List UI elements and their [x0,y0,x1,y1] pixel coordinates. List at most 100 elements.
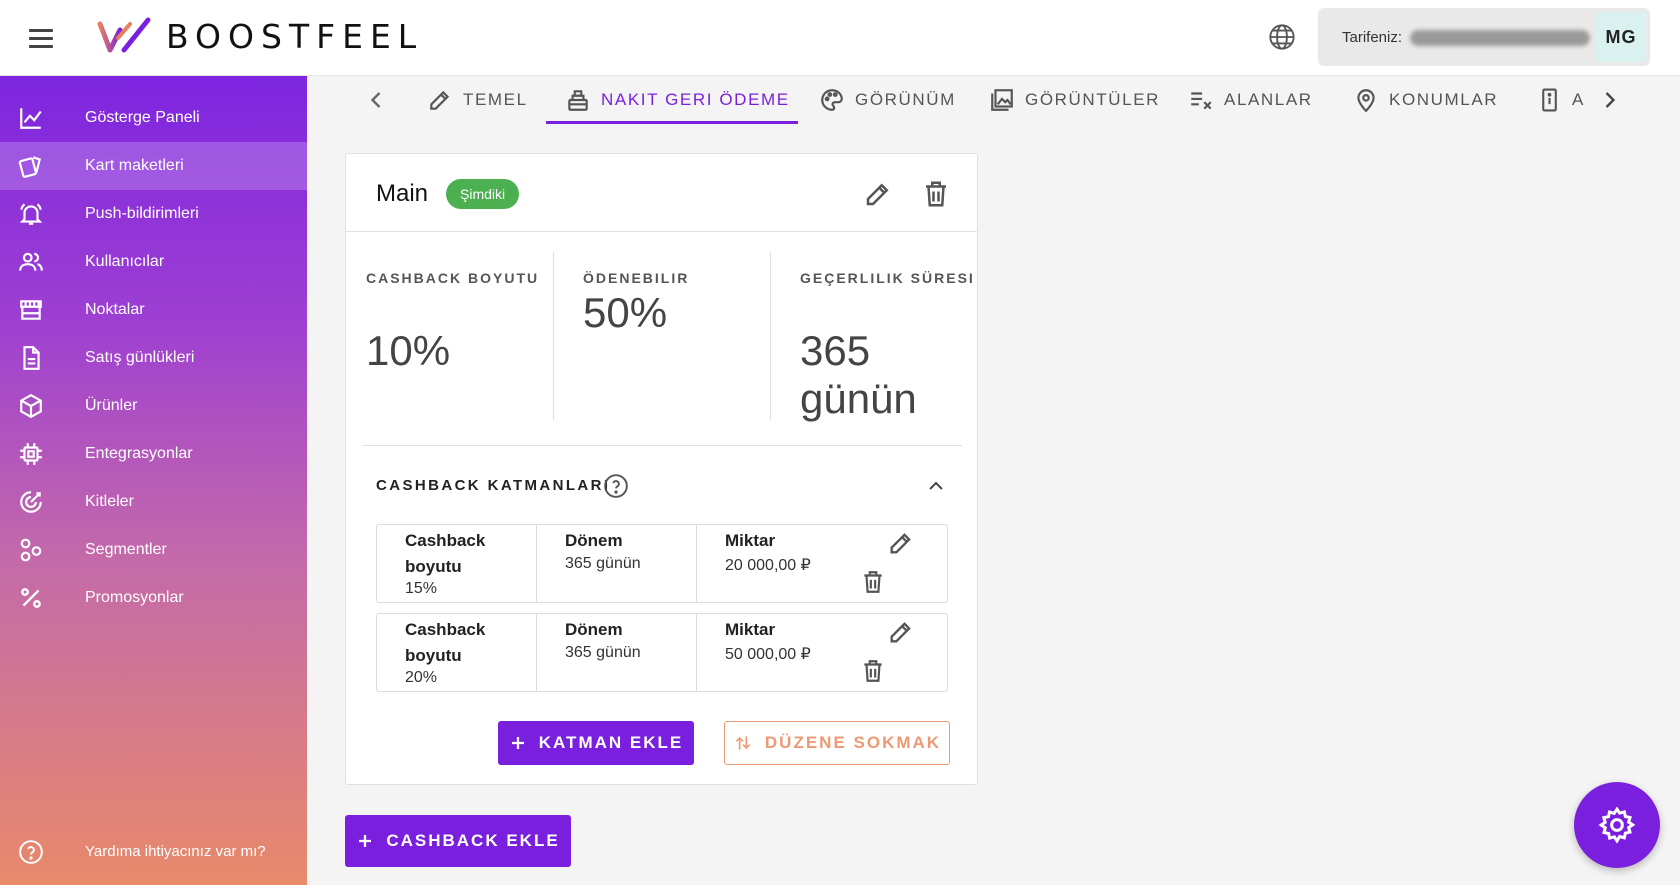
sidebar-item-promotions[interactable]: Promosyonlar [0,574,307,622]
tab-cashback[interactable]: NAKIT GERI ÖDEME [565,76,790,124]
sidebar-item-label: Segmentler [85,541,167,558]
tier-row: Cashback boyutu 20% Dönem 365 günün Mikt… [376,613,948,692]
users-icon [19,252,43,271]
store-icon [20,300,42,320]
sidebar-item-integrations[interactable]: Entegrasyonlar [0,430,307,478]
plus-icon [359,835,372,847]
edit-icon[interactable] [863,179,893,209]
pencil-icon [430,90,450,110]
sidebar-item-label: Ürünler [85,397,138,414]
reorder-button[interactable]: DÜZENE SOKMAK [724,721,950,765]
logo-mark-icon [97,17,151,53]
edit-icon[interactable] [887,618,915,646]
top-bar: BOOSTFEEL Tarifeniz: MG [0,0,1680,76]
segments-icon [20,538,42,562]
help-circle-icon[interactable] [603,473,629,499]
brand-name: BOOSTFEEL [166,16,424,56]
tier-amount-value: 20 000,00 ₽ [725,557,811,574]
document-icon [23,346,40,370]
sidebar-item-label: Kitleler [85,493,134,510]
stat-value: 10% [366,327,451,374]
sidebar-item-push[interactable]: Push-bildirimleri [0,190,307,238]
plan-label: Tarifeniz: [1342,29,1403,46]
stat-validity: GEÇERLILIK SÜRESI 365 günün [780,233,973,433]
palette-icon [821,89,843,111]
logo: BOOSTFEEL [96,16,423,56]
tier-size-cell: Cashback boyutu 20% [377,614,537,691]
help-circle-icon [19,840,43,864]
list-check-icon [1191,92,1212,110]
trash-icon[interactable] [860,569,886,595]
tab-label: ALANLAR [1224,90,1313,109]
tab-locations[interactable]: KONUMLAR [1353,76,1498,124]
tier-amount-cell: Miktar 20 000,00 ₽ [697,525,947,602]
tier-period-cell: Dönem 365 günün [537,614,697,691]
add-tier-button[interactable]: KATMAN EKLE [498,721,694,765]
menu-icon[interactable] [22,22,60,54]
globe-icon[interactable] [1268,23,1296,51]
stat-value: 365 günün [800,327,917,422]
box-icon [20,393,42,419]
active-tab-indicator [546,121,798,124]
sidebar-item-audiences[interactable]: Kitleler [0,478,307,526]
tab-fields[interactable]: ALANLAR [1188,76,1313,124]
tab-appearance[interactable]: GÖRÜNÜM [819,76,956,124]
tab-label: KONUMLAR [1389,90,1499,109]
reorder-icon [735,736,751,750]
plan-info[interactable]: Tarifeniz: MG [1318,8,1650,66]
tab-label: TEMEL [463,90,528,109]
divider [770,252,771,420]
cards-icon [18,156,41,178]
trash-icon[interactable] [860,658,886,684]
tier-row: Cashback boyutu 15% Dönem 365 günün Mikt… [376,524,948,603]
sidebar-item-dashboard[interactable]: Gösterge Paneli [0,94,307,142]
phone-info-icon [1542,88,1557,112]
chevron-up-icon[interactable] [924,474,948,498]
sidebar-item-products[interactable]: Ürünler [0,382,307,430]
sidebar: Gösterge Paneli Kart maketleri Push-bild… [0,76,307,885]
stat-label: CASHBACK BOYUTU [366,270,540,286]
sidebar-item-label: Push-bildirimleri [85,205,199,222]
tier-period-value: 365 günün [565,644,641,661]
sidebar-item-segments[interactable]: Segmentler [0,526,307,574]
sidebar-item-card-mockups[interactable]: Kart maketleri [0,142,307,190]
percent-icon [21,588,41,608]
help-label: Yardıma ihtiyacınız var mı? [85,843,266,860]
tab-more[interactable]: A [1537,76,1585,124]
sidebar-item-users[interactable]: Kullanıcılar [0,238,307,286]
add-cashback-label: CASHBACK EKLE [386,831,560,850]
target-icon [20,491,42,513]
tab-images[interactable]: GÖRÜNTÜLER [989,76,1160,124]
divider [553,252,554,420]
tier-size-value: 15% [405,580,438,597]
tab-label: GÖRÜNÜM [855,90,956,109]
sidebar-help-link[interactable]: Yardıma ihtiyacınız var mı? [0,828,307,876]
divider [362,445,962,446]
add-cashback-button[interactable]: CASHBACK EKLE [345,815,571,867]
tier-size-cell: Cashback boyutu 15% [377,525,537,602]
cashback-stats: CASHBACK BOYUTU 10% ÖDENEBILIR 50% GEÇER… [346,233,977,433]
chevron-right-icon[interactable] [1596,86,1624,114]
tab-basic[interactable]: TEMEL [427,76,528,124]
edit-icon[interactable] [887,529,915,557]
tab-bar: TEMEL NAKIT GERI ÖDEME GÖRÜNÜM GÖRÜNTÜLE… [307,76,1680,124]
tier-amount-cell: Miktar 50 000,00 ₽ [697,614,947,691]
chevron-left-icon[interactable] [362,86,390,114]
card-title: Main [376,180,429,207]
sidebar-item-sales-logs[interactable]: Satış günlükleri [0,334,307,382]
settings-fab[interactable] [1574,782,1660,868]
sidebar-item-label: Promosyonlar [85,589,184,606]
tier-amount-value: 50 000,00 ₽ [725,646,811,663]
sidebar-item-points[interactable]: Noktalar [0,286,307,334]
tab-label: GÖRÜNTÜLER [1025,90,1161,109]
avatar[interactable]: MG [1596,12,1646,62]
sidebar-item-label: Entegrasyonlar [85,445,193,462]
cashback-card: Main Şimdiki CASHBACK BOYUTU 10% ÖDENEBI… [345,153,978,785]
reorder-label: DÜZENE SOKMAK [764,733,942,752]
tier-period-header: Dönem [565,531,623,550]
plan-name-redacted [1410,30,1590,46]
image-icon [991,89,1013,111]
tab-label: A [1572,90,1585,109]
trash-icon[interactable] [921,179,951,209]
chip-icon [20,443,42,465]
